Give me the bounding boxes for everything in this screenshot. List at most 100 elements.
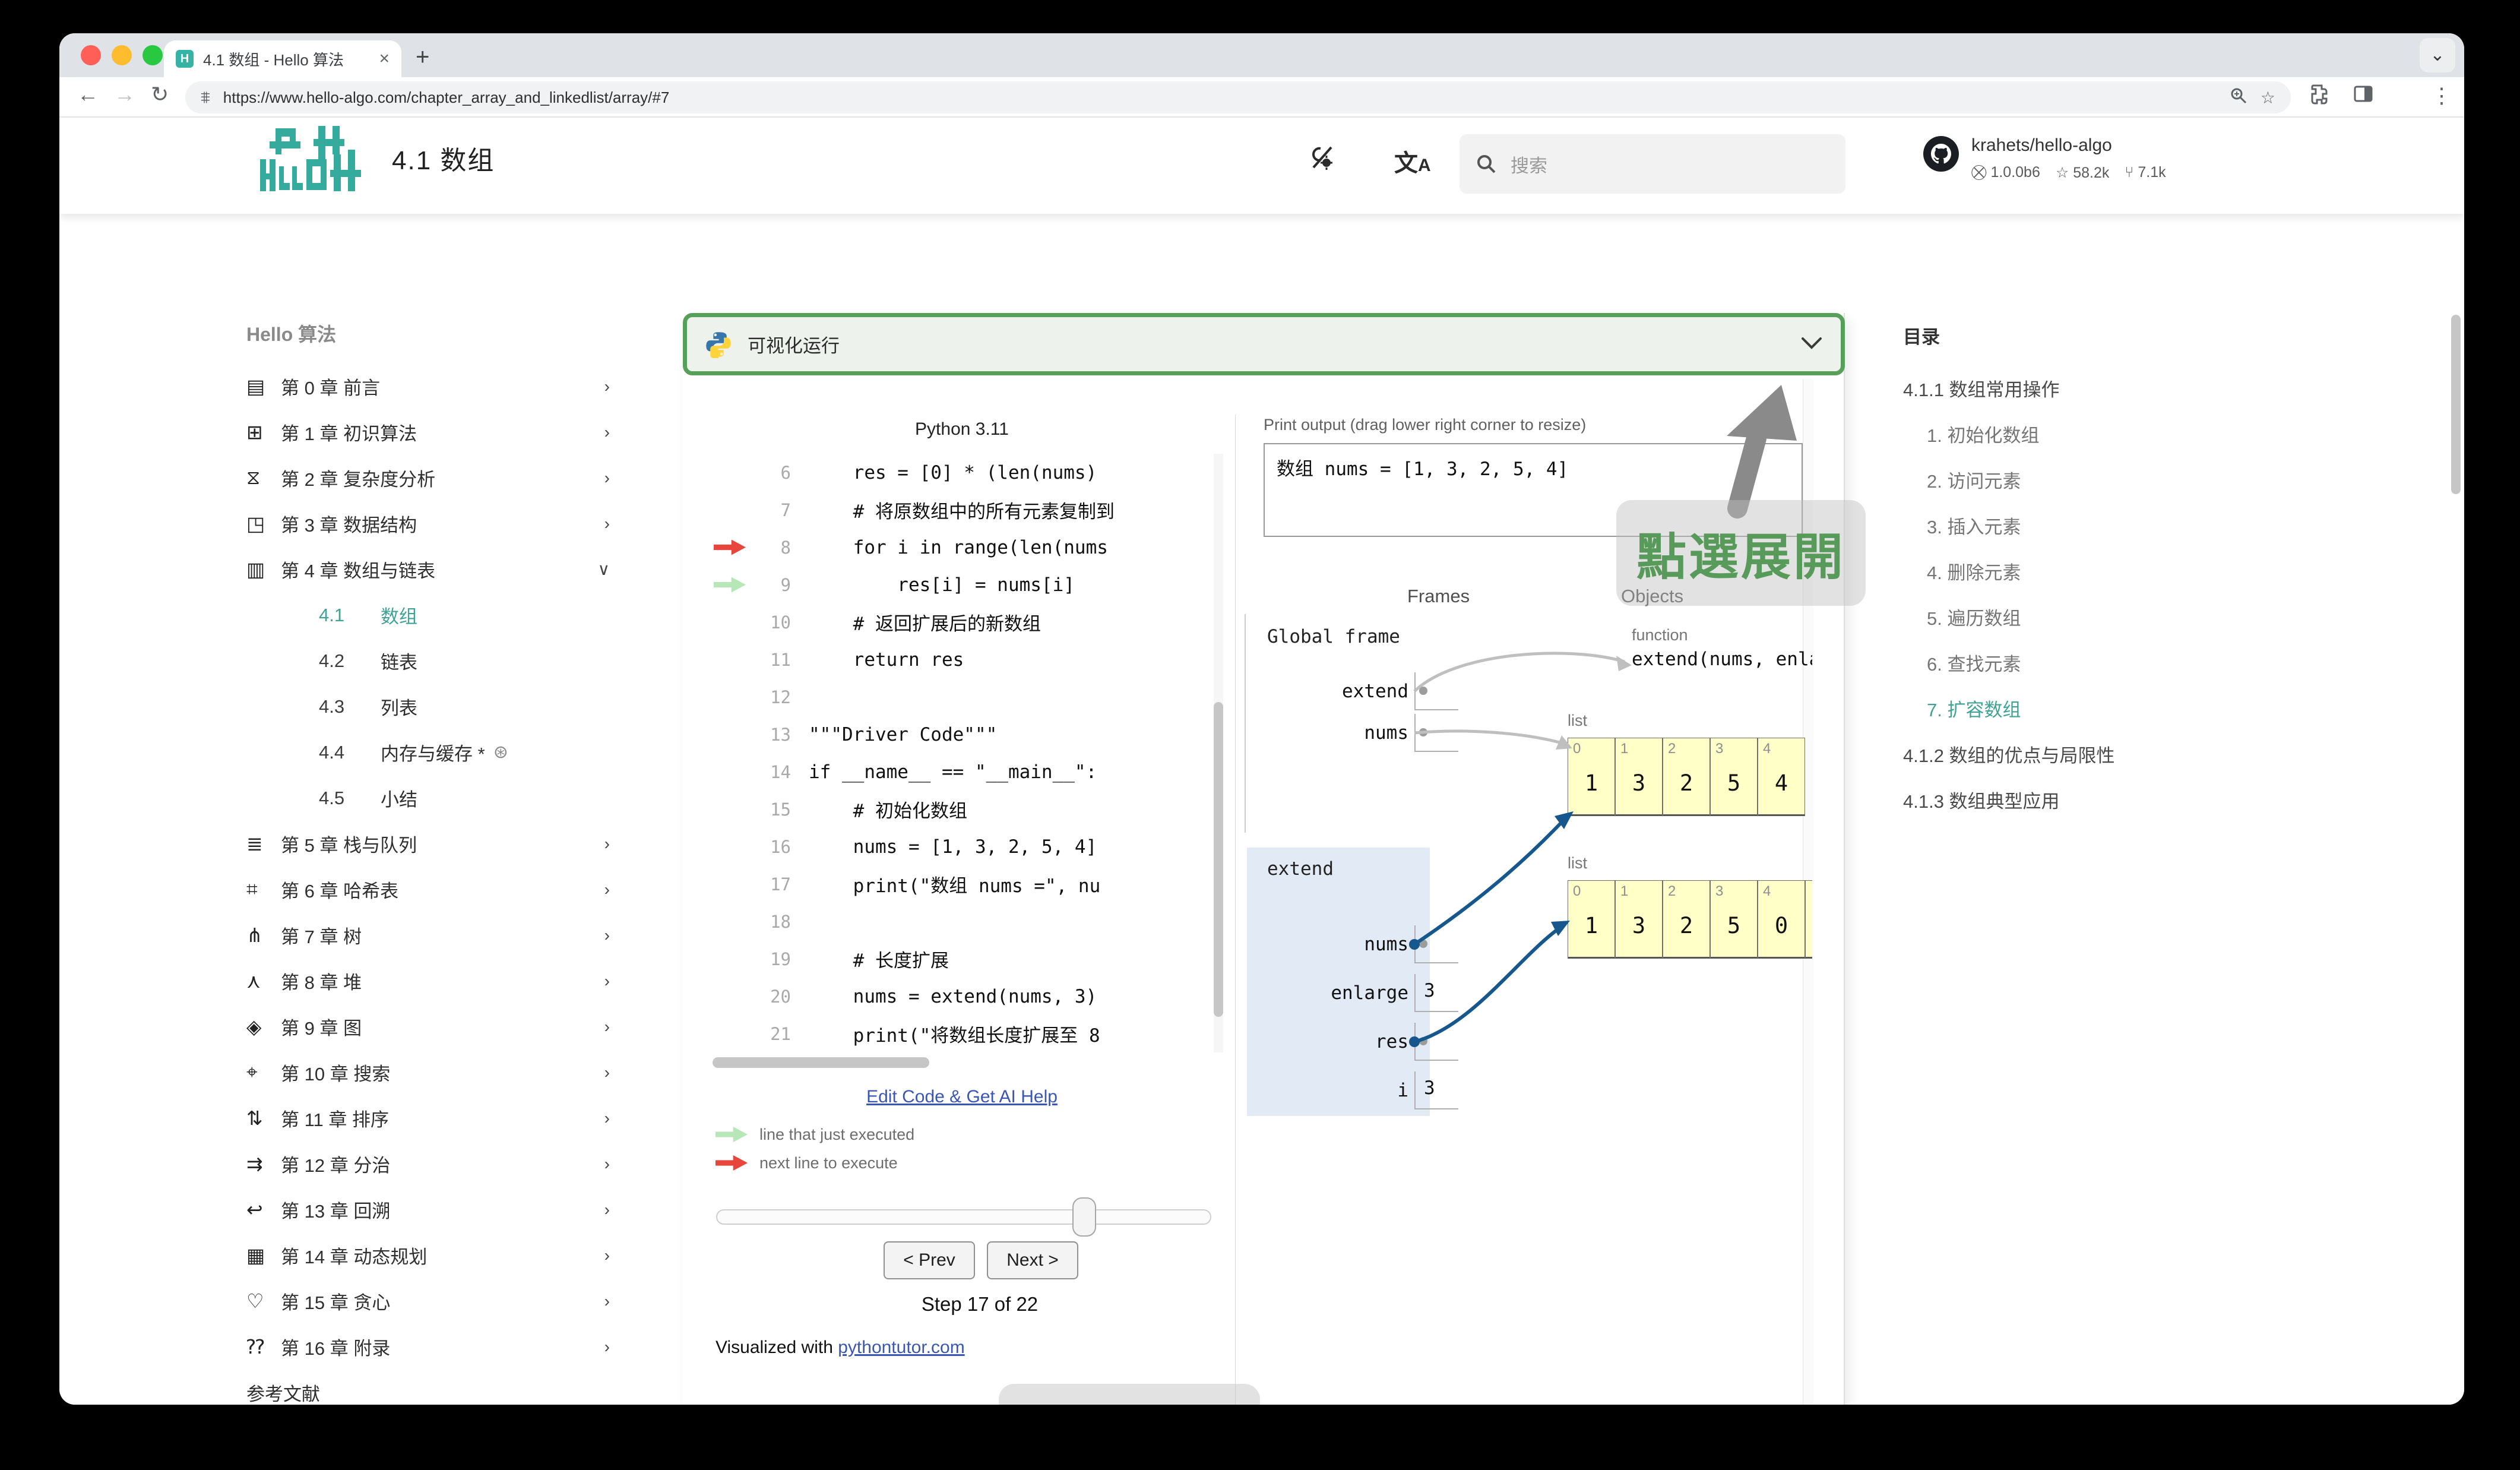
chevron-icon[interactable]: › — [604, 377, 615, 396]
sidebar-chapter-item[interactable]: ♡第 15 章 贪心› — [246, 1278, 615, 1324]
sidebar-chapter-item[interactable]: ⊞第 1 章 初识算法› — [246, 409, 615, 455]
sidebar-references-item[interactable]: 参考文献 — [246, 1370, 615, 1405]
traffic-close-button[interactable] — [81, 45, 101, 65]
traffic-maximize-button[interactable] — [143, 45, 163, 65]
code-vscrollbar-thumb[interactable] — [1214, 702, 1223, 1017]
sidebar-nav: Hello 算法 ▤第 0 章 前言›⊞第 1 章 初识算法›⧖第 2 章 复杂… — [246, 320, 615, 1405]
toc-item[interactable]: 4.1.2 数组的优点与局限性 — [1903, 731, 2247, 777]
search-box[interactable]: 搜索 — [1460, 134, 1845, 194]
hourglass-icon: ⧖ — [246, 466, 281, 489]
sidebar-chapter-item[interactable]: ⇅第 11 章 排序› — [246, 1095, 615, 1141]
step-slider-handle[interactable] — [1072, 1197, 1096, 1237]
side-panel-icon[interactable] — [2353, 83, 2374, 109]
sidebar-chapter-item[interactable]: ↩第 13 章 回溯› — [246, 1187, 615, 1232]
panel-chevron-down-icon[interactable] — [1800, 333, 1823, 356]
sidebar-chapter-item[interactable]: ▤第 0 章 前言› — [246, 363, 615, 409]
sidebar-item-label: 第 2 章 复杂度分析 — [281, 464, 435, 491]
translate-icon[interactable]: 文A — [1394, 144, 1431, 178]
github-repo-name[interactable]: krahets/hello-algo — [1971, 135, 2112, 156]
tab-search-chevron-icon[interactable]: ⌄ — [2420, 38, 2455, 72]
chevron-icon[interactable]: › — [604, 1063, 615, 1082]
chevron-icon[interactable]: › — [604, 1109, 615, 1128]
tune-icon[interactable]: ⩨ — [201, 88, 210, 108]
sidebar-chapter-item[interactable]: ◳第 3 章 数据结构› — [246, 501, 615, 546]
chevron-icon[interactable]: › — [604, 926, 615, 945]
chevron-icon[interactable]: › — [604, 469, 615, 488]
line-number: 6 — [752, 463, 791, 483]
chevron-icon[interactable]: › — [604, 972, 615, 991]
chevron-icon[interactable]: › — [604, 1017, 615, 1036]
page-scrollbar[interactable] — [2451, 315, 2461, 494]
chevron-icon[interactable]: › — [604, 1338, 615, 1357]
print-output-label: Print output (drag lower right corner to… — [1264, 416, 1586, 434]
sidebar-chapter-item[interactable]: ▥第 4 章 数组与链表∨ — [246, 546, 615, 592]
browser-tab[interactable]: H 4.1 数组 - Hello 算法 × — [164, 40, 401, 77]
theme-toggle-icon[interactable] — [1309, 144, 1336, 177]
sidebar-chapter-item[interactable]: ▦第 14 章 动态规划› — [246, 1232, 615, 1278]
sidebar-item-4.5[interactable]: 4.5小结 — [246, 775, 615, 821]
sidebar-chapter-item[interactable]: ⋔第 7 章 树› — [246, 912, 615, 958]
chevron-icon[interactable]: › — [604, 1155, 615, 1174]
search-icon — [1476, 154, 1496, 174]
code-text: print("数组 nums =", nu — [791, 871, 1100, 897]
pythontutor-link[interactable]: pythontutor.com — [838, 1338, 964, 1357]
chevron-icon[interactable]: › — [604, 834, 615, 853]
toc-item[interactable]: 7. 扩容数组 — [1903, 685, 2247, 731]
chevron-icon[interactable]: › — [604, 1292, 615, 1311]
browser-window: H 4.1 数组 - Hello 算法 × + ⌄ ← → ↻ ⩨ https:… — [59, 33, 2464, 1405]
sidebar-item-label: 第 15 章 贪心 — [281, 1288, 390, 1314]
visual-run-panel-header[interactable]: 可视化运行 — [683, 313, 1845, 375]
next-button[interactable]: Next > — [987, 1241, 1078, 1279]
site-header: 4.1 数组 文A 搜索 krahets/hello-algo ⛒ 1.0.0b… — [59, 118, 2464, 214]
extensions-puzzle-icon[interactable] — [2309, 83, 2330, 109]
sidebar-chapter-item[interactable]: ≣第 5 章 栈与队列› — [246, 821, 615, 867]
tab-close-icon[interactable]: × — [379, 49, 390, 69]
prev-button[interactable]: < Prev — [884, 1241, 975, 1279]
sidebar-item-4.1[interactable]: 4.1数组 — [246, 592, 615, 638]
bookmark-star-icon[interactable]: ☆ — [2261, 88, 2275, 108]
chevron-icon[interactable]: › — [604, 1200, 615, 1219]
back-icon[interactable]: ← — [77, 82, 99, 107]
sidebar-chapter-item[interactable]: ⧖第 2 章 复杂度分析 › — [246, 455, 615, 501]
toc-item[interactable]: 3. 插入元素 — [1903, 502, 2247, 548]
toc-item[interactable]: 4. 删除元素 — [1903, 548, 2247, 594]
hello-algo-logo[interactable] — [259, 125, 366, 203]
sidebar-chapter-item[interactable]: ⋏第 8 章 堆› — [246, 958, 615, 1004]
url-text[interactable]: https://www.hello-algo.com/chapter_array… — [223, 88, 2217, 107]
code-pane[interactable]: 6 res = [0] * (len(nums)7 # 将原数组中的所有元素复制… — [707, 454, 1217, 1055]
section-number: 4.4 — [319, 742, 381, 763]
github-octocat-icon[interactable] — [1923, 135, 1959, 175]
chevron-icon[interactable]: › — [604, 423, 615, 442]
code-line: 18 — [707, 903, 1217, 940]
sidebar-chapter-item[interactable]: ⇉第 12 章 分治› — [246, 1141, 615, 1187]
chevron-icon[interactable]: › — [604, 514, 615, 533]
code-line: 14if __name__ == "__main__": — [707, 753, 1217, 791]
sidebar-chapter-item[interactable]: ⌗第 6 章 哈希表› — [246, 867, 615, 912]
chevron-icon[interactable]: ∨ — [598, 559, 615, 579]
sidebar-chapter-item[interactable]: ◈第 9 章 图› — [246, 1004, 615, 1049]
code-hscrollbar-thumb[interactable] — [713, 1057, 929, 1068]
heap-icon: ⋏ — [246, 969, 281, 992]
menu-kebab-icon[interactable]: ⋮ — [2431, 83, 2452, 108]
sidebar-chapter-item[interactable]: ⌖第 10 章 搜索› — [246, 1049, 615, 1095]
reload-icon[interactable]: ↻ — [151, 82, 169, 107]
traffic-minimize-button[interactable] — [112, 45, 132, 65]
sidebar-chapter-item[interactable]: ⁇第 16 章 附录› — [246, 1324, 615, 1370]
toc-item[interactable]: 2. 访问元素 — [1903, 457, 2247, 502]
zoom-page-icon[interactable] — [2230, 87, 2247, 109]
chevron-icon[interactable]: › — [604, 880, 615, 899]
new-tab-button[interactable]: + — [416, 44, 429, 71]
toc-item[interactable]: 5. 遍历数组 — [1903, 594, 2247, 640]
toc-item[interactable]: 1. 初始化数组 — [1903, 411, 2247, 457]
sidebar-item-4.4[interactable]: 4.4内存与缓存 *⊛ — [246, 729, 615, 775]
address-bar[interactable]: ⩨ https://www.hello-algo.com/chapter_arr… — [185, 81, 2291, 113]
step-slider-track[interactable] — [716, 1209, 1211, 1225]
sidebar-item-4.3[interactable]: 4.3列表 — [246, 684, 615, 729]
toc-item[interactable]: 6. 查找元素 — [1903, 640, 2247, 685]
forward-icon[interactable]: → — [114, 82, 135, 107]
toc-item[interactable]: 4.1.3 数组典型应用 — [1903, 777, 2247, 823]
sidebar-item-4.2[interactable]: 4.2链表 — [246, 638, 615, 684]
edit-code-link[interactable]: Edit Code & Get AI Help — [707, 1087, 1217, 1107]
toc-item[interactable]: 4.1.1 数组常用操作 — [1903, 365, 2247, 411]
chevron-icon[interactable]: › — [604, 1246, 615, 1265]
